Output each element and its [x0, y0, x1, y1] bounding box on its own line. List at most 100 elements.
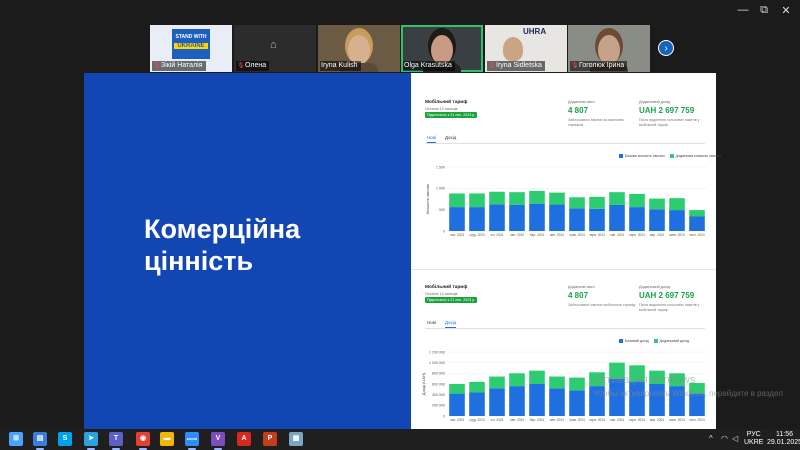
chart-tab[interactable]: Нові: [427, 320, 436, 325]
zoom-icon[interactable]: zoom: [185, 432, 199, 446]
participant-tile[interactable]: 🎙︎ Гоголюк Ірина: [568, 25, 650, 72]
start-icon[interactable]: ⊞: [9, 432, 23, 446]
teams-icon[interactable]: T: [109, 432, 123, 446]
participant-tile[interactable]: Olga Krasutska: [401, 25, 483, 72]
bar-segment: [609, 192, 625, 205]
legend-label: Додаткова кількість хвилин: [675, 154, 721, 158]
x-tick-label: лис. 2023: [450, 233, 464, 237]
participant-tile[interactable]: Iryna Kulish: [318, 25, 400, 72]
bar-segment: [549, 388, 565, 416]
clock[interactable]: 11:56 29.01.2025: [767, 431, 800, 447]
next-participants-button[interactable]: ›: [658, 40, 674, 56]
mic-muted-icon: 🎙︎: [237, 62, 245, 69]
docs-icon[interactable]: ▦: [289, 432, 303, 446]
x-tick-label: лист. 2024: [689, 233, 704, 237]
chart-legend: Базова кількість хвилин Додаткова кількіс…: [619, 154, 721, 158]
bar-segment: [649, 198, 665, 210]
participant-name-tag: 🎙︎ Зікій Наталія: [152, 61, 206, 71]
mic-muted-icon: 🎙︎: [488, 62, 496, 69]
kpi-minutes-value: 4 807: [568, 291, 589, 300]
y-tick-label: 800 000: [432, 372, 445, 376]
kpi-revenue-value: UAH 2 697 759: [639, 291, 695, 300]
bar-segment: [529, 384, 545, 416]
keyboard-layout: UKRE: [744, 439, 764, 446]
y-tick-label: 200 000: [432, 404, 445, 408]
participant-tile[interactable]: ⌂ 🎙︎ Олена: [234, 25, 316, 72]
kpi-minutes-note: Заблоковано хвилин мобільного тарифу: [568, 303, 636, 307]
x-tick-label: лип. 2024: [610, 418, 624, 422]
chart-tab[interactable]: Дохід: [445, 320, 457, 328]
x-tick-label: трав. 2024: [569, 418, 585, 422]
minimize-button[interactable]: —: [734, 4, 752, 16]
bar-segment: [649, 209, 665, 231]
bar-segment: [489, 204, 505, 231]
acrobat-icon[interactable]: A: [237, 432, 251, 446]
x-tick-label: лист. 2024: [689, 418, 704, 422]
y-tick-label: 1 000 000: [429, 361, 445, 365]
bar-segment: [509, 192, 525, 205]
participant-name: Olga Krasutska: [404, 62, 452, 69]
tray-chevron-icon[interactable]: ^: [709, 434, 713, 443]
bar-segment: [449, 207, 465, 231]
x-tick-label: груд. 2023: [469, 233, 484, 237]
y-tick-label: 500: [439, 208, 445, 212]
volume-icon[interactable]: ◁: [732, 434, 738, 443]
bar-segment: [529, 370, 545, 384]
bar-segment: [689, 216, 705, 231]
bar-segment: [569, 390, 585, 416]
participant-name-tag: Olga Krasutska: [403, 61, 455, 71]
notes-app-icon[interactable]: ▤: [33, 432, 47, 446]
legend-swatch: [653, 339, 658, 343]
kpi-minutes-caption: Додаткові хвил: [568, 100, 595, 104]
bar-segment: [629, 207, 645, 231]
x-tick-label: бер. 2024: [530, 418, 544, 422]
explorer-icon[interactable]: ▬: [160, 432, 174, 446]
y-tick-label: 1 500: [436, 165, 445, 169]
x-tick-label: бер. 2024: [530, 233, 544, 237]
legend-swatch: [669, 154, 674, 158]
logo-text-bottom: UKRAINE: [174, 43, 208, 49]
chrome-icon[interactable]: ◉: [136, 432, 150, 446]
network-icon[interactable]: ◠: [721, 434, 728, 443]
y-tick-label: 400 000: [432, 393, 445, 397]
dashboard-panel: Мобільний тариф Останні 12 місяців Підключ…: [411, 278, 716, 428]
viber-icon[interactable]: V: [211, 432, 225, 446]
bar-segment: [669, 198, 685, 211]
bar-segment: [589, 196, 605, 209]
dashboard-panel: Мобільний тариф Останні 12 місяців Підключ…: [411, 93, 721, 243]
kpi-revenue-note: Після виділення голосових пакетів у мобі…: [639, 118, 700, 127]
clock-date: 29.01.2025: [767, 439, 800, 446]
participant-name: Гоголюк Ірина: [579, 62, 625, 69]
tariff-label: Мобільний тариф: [425, 100, 468, 105]
restore-button[interactable]: ⧉: [755, 4, 773, 17]
participant-name-tag: 🎙︎ Олена: [236, 61, 270, 71]
tab-underline: [425, 328, 705, 329]
powerpoint-icon[interactable]: P: [263, 432, 277, 446]
language-indicator[interactable]: РУС UKRE: [744, 431, 763, 447]
clock-time: 11:56: [776, 431, 794, 438]
taskbar: ⊞ ▤ S ➤ T ◉ ▬ zoom V A P ▦: [0, 429, 800, 450]
tariff-label: Мобільний тариф: [425, 285, 468, 290]
x-tick-label: жовт. 2024: [669, 418, 685, 422]
close-button[interactable]: ✕: [777, 4, 795, 17]
stand-with-ukraine-logo: STAND WITH UKRAINE: [172, 29, 210, 59]
kpi-revenue-note: Після виділення голосових пакетів у мобі…: [639, 303, 700, 312]
kpi-minutes-note: Заблоковано хвилин за місячним тарифом: [568, 118, 624, 127]
x-tick-label: груд. 2023: [469, 418, 484, 422]
chart-tab[interactable]: Дохід: [445, 135, 456, 140]
x-tick-label: квіт. 2024: [550, 233, 564, 237]
legend-label: Базовий дохід: [625, 339, 649, 343]
x-tick-label: лют. 2024: [510, 233, 524, 237]
chart-tab[interactable]: Нові: [427, 135, 436, 143]
participant-tile[interactable]: STAND WITH UKRAINE 🎙︎ Зікій Наталія: [150, 25, 232, 72]
y-tick-label: 1 000: [436, 187, 445, 191]
telegram-icon[interactable]: ➤: [84, 432, 98, 446]
participant-tile[interactable]: UHRA 🎙︎ Iryna Sidletska: [485, 25, 567, 72]
y-tick-label: 0: [443, 229, 445, 233]
skype-icon[interactable]: S: [58, 432, 72, 446]
kpi-revenue-caption: Додатковий дохід: [639, 285, 670, 289]
participant-name: Олена: [245, 62, 267, 69]
mic-muted-icon: 🎙︎: [153, 62, 161, 69]
bar-segment: [489, 191, 505, 205]
legend-swatch: [619, 339, 623, 343]
